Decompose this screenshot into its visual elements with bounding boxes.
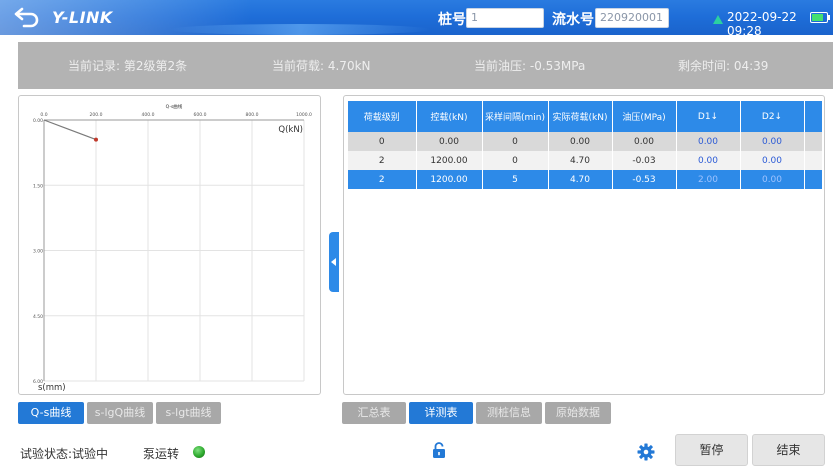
pile-label: 桩号 — [438, 12, 466, 28]
signal-icon — [713, 15, 723, 24]
cell — [804, 170, 823, 189]
tab-slgq-curve[interactable]: s-lgQ曲线 — [87, 402, 153, 424]
cell: 0.00 — [676, 151, 741, 170]
col-d1[interactable]: D1↓ — [676, 101, 741, 132]
table-row[interactable]: 2 1200.00 0 4.70 -0.03 0.00 0.00 — [348, 151, 823, 170]
cell: 4.70 — [548, 151, 613, 170]
detail-table: 荷载级别 控载(kN) 采样间隔(min) 实际荷载(kN) 油压(MPa) D… — [348, 101, 823, 189]
cell: 0.00 — [740, 170, 805, 189]
cell: 0.00 — [740, 132, 805, 151]
table-row-selected[interactable]: 2 1200.00 5 4.70 -0.53 2.00 0.00 — [348, 170, 823, 189]
cell: 2 — [348, 151, 417, 170]
top-bar: Y-LINK 桩号 1 流水号 220920001 2022-09-22 09:… — [0, 0, 833, 38]
x-tick-label: 800.0 — [246, 112, 259, 118]
cell: 0.00 — [416, 132, 483, 151]
data-point-marker — [94, 137, 98, 142]
table-header-row: 荷载级别 控载(kN) 采样间隔(min) 实际荷载(kN) 油压(MPa) D… — [348, 101, 823, 132]
cell: 0.00 — [740, 151, 805, 170]
cell: 0 — [348, 132, 417, 151]
pile-number-field[interactable]: 1 — [466, 8, 544, 28]
current-load: 当前荷载: 4.70kN — [272, 59, 371, 73]
cell: 0.00 — [676, 132, 741, 151]
x-tick-label: 600.0 — [194, 112, 207, 118]
header-wave — [170, 24, 430, 35]
col-control-load: 控载(kN) — [416, 101, 483, 132]
series-line — [43, 119, 97, 141]
cell: 2 — [348, 170, 417, 189]
serial-label: 流水号 — [552, 12, 594, 28]
cell — [804, 151, 823, 170]
cell: 0 — [482, 132, 549, 151]
collapse-arrow-icon — [331, 258, 336, 266]
cell — [804, 132, 823, 151]
back-arrow-icon[interactable] — [14, 6, 40, 28]
col-d2[interactable]: D2↓ — [740, 101, 805, 132]
panel-collapse-handle[interactable] — [329, 232, 339, 292]
tab-summary-table[interactable]: 汇总表 — [342, 402, 406, 424]
cell: 0.00 — [612, 132, 677, 151]
pause-button[interactable]: 暂停 — [675, 434, 748, 466]
y-axis-label: s(mm) — [38, 383, 66, 393]
x-tick-label: 200.0 — [90, 112, 103, 118]
cell: -0.03 — [612, 151, 677, 170]
col-sample-interval: 采样间隔(min) — [482, 101, 549, 132]
tab-qs-curve[interactable]: Q-s曲线 — [18, 402, 84, 424]
pump-status-light-icon — [193, 446, 205, 458]
col-spacer — [804, 101, 823, 132]
tab-detail-table[interactable]: 详测表 — [409, 402, 473, 424]
unlock-icon[interactable] — [432, 442, 446, 459]
tab-slgt-curve[interactable]: s-lgt曲线 — [156, 402, 221, 424]
serial-number-field[interactable]: 220920001 — [595, 8, 669, 28]
qs-chart: 0.0 200.0 400.0 600.0 800.0 1000.0 0.00 1.50 3.0… — [33, 103, 312, 393]
x-tick-label: 0.0 — [40, 112, 47, 118]
x-axis-label: Q(kN) — [278, 125, 303, 135]
col-actual-load: 实际荷载(kN) — [548, 101, 613, 132]
battery-icon — [810, 12, 830, 23]
test-status: 试验状态:试验中 — [20, 447, 109, 461]
cell: 2.00 — [676, 170, 741, 189]
cell: 1200.00 — [416, 170, 483, 189]
x-tick-label: 400.0 — [142, 112, 155, 118]
current-oil-pressure: 当前油压: -0.53MPa — [474, 59, 586, 73]
qs-chart-panel: 0.0 200.0 400.0 600.0 800.0 1000.0 0.00 1.50 3.0… — [18, 95, 321, 395]
col-oil-pressure: 油压(MPa) — [612, 101, 677, 132]
cell: 0 — [482, 151, 549, 170]
cell: 0.00 — [548, 132, 613, 151]
remaining-time: 剩余时间: 04:39 — [678, 59, 769, 73]
cell: 1200.00 — [416, 151, 483, 170]
y-tick-label: 4.50 — [33, 314, 43, 320]
settings-gear-icon[interactable] — [637, 443, 655, 461]
chart-title: Q-s曲线 — [166, 103, 183, 110]
current-record: 当前记录: 第2级第2条 — [68, 59, 188, 73]
cell: 5 — [482, 170, 549, 189]
y-tick-label: 0.00 — [33, 118, 43, 124]
data-table-panel: 荷载级别 控载(kN) 采样间隔(min) 实际荷载(kN) 油压(MPa) D… — [343, 95, 825, 395]
status-bar: 当前记录: 第2级第2条 当前荷载: 4.70kN 当前油压: -0.53MPa… — [18, 42, 833, 89]
stop-button[interactable]: 结束 — [752, 434, 825, 466]
y-tick-label: 1.50 — [33, 183, 43, 189]
tab-pile-info[interactable]: 测桩信息 — [476, 402, 542, 424]
cell: 4.70 — [548, 170, 613, 189]
col-load-level: 荷载级别 — [348, 101, 417, 132]
app-logo: Y-LINK — [52, 8, 113, 27]
pump-status-label: 泵运转 — [143, 447, 180, 461]
tab-raw-data[interactable]: 原始数据 — [545, 402, 611, 424]
cell: -0.53 — [612, 170, 677, 189]
y-tick-label: 3.00 — [33, 249, 43, 255]
x-tick-label: 1000.0 — [296, 112, 312, 118]
table-row[interactable]: 0 0.00 0 0.00 0.00 0.00 0.00 — [348, 132, 823, 151]
